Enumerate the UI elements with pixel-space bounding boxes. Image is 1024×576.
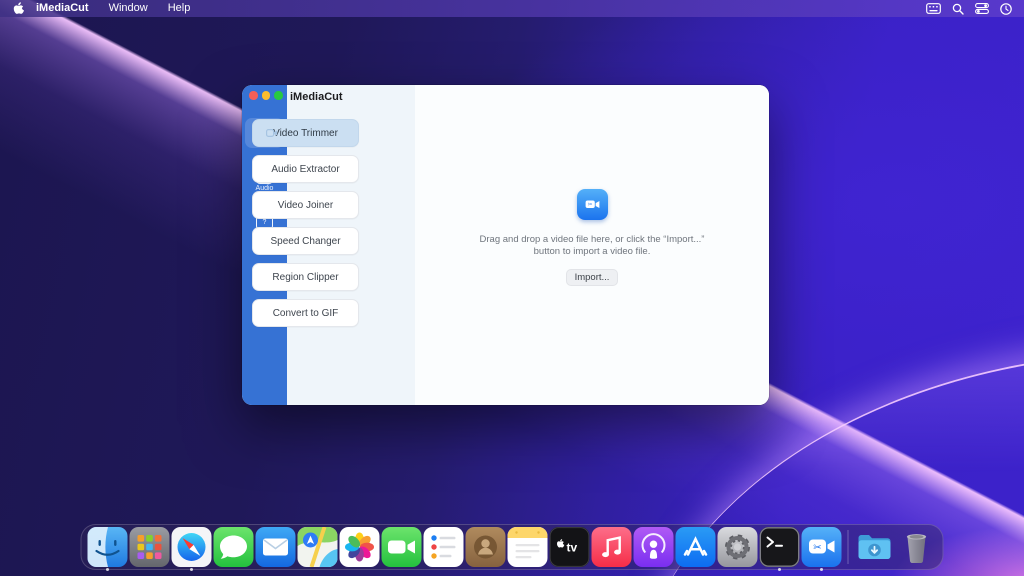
dock-separator [848, 530, 849, 564]
dock: tv ✂ [81, 524, 944, 570]
svg-text:✂: ✂ [587, 202, 592, 208]
keyboard-icon[interactable] [926, 3, 941, 14]
clock-icon[interactable] [1000, 3, 1012, 15]
apple-menu-icon[interactable] [13, 2, 24, 15]
tool-button-label: Speed Changer [270, 236, 340, 247]
close-button[interactable] [249, 91, 258, 100]
dock-apple-tv-icon[interactable]: tv [550, 527, 590, 567]
dock-safari-icon[interactable] [172, 527, 212, 567]
dock-music-icon[interactable] [592, 527, 632, 567]
tool-button-video-joiner[interactable]: Video Joiner [252, 191, 359, 219]
dock-app-store-icon[interactable] [676, 527, 716, 567]
menu-item-help[interactable]: Help [158, 0, 201, 17]
tool-button-video-trimmer[interactable]: Video Trimmer [252, 119, 359, 147]
dock-photos-icon[interactable] [340, 527, 380, 567]
traffic-lights [249, 91, 283, 100]
tool-button-label: Audio Extractor [271, 164, 339, 175]
tool-button-label: Region Clipper [272, 272, 338, 283]
window-title: iMediaCut [290, 91, 343, 103]
import-button[interactable]: Import... [566, 269, 618, 286]
tool-button-audio-extractor[interactable]: Audio Extractor [252, 155, 359, 183]
camera-icon [266, 128, 278, 141]
control-center-icon[interactable] [975, 3, 989, 14]
main-content: ✂ Drag and drop a video file here, or cl… [415, 85, 769, 405]
video-camera-app-icon: ✂ [577, 189, 608, 220]
tool-button-label: Convert to GIF [273, 308, 339, 319]
dock-messages-icon[interactable] [214, 527, 254, 567]
menu-item-window[interactable]: Window [99, 0, 158, 17]
dock-downloads-icon[interactable] [855, 527, 895, 567]
imediacut-window: Video ♪ Audio ? Help iMediaCut Video Tri… [242, 85, 769, 405]
dock-mail-icon[interactable] [256, 527, 296, 567]
dock-notes-icon[interactable] [508, 527, 548, 567]
dock-terminal-icon[interactable] [760, 527, 800, 567]
dock-facetime-icon[interactable] [382, 527, 422, 567]
tool-button-region-clipper[interactable]: Region Clipper [252, 263, 359, 291]
video-drop-zone[interactable]: ✂ Drag and drop a video file here, or cl… [415, 189, 769, 286]
tool-button-label: Video Trimmer [273, 128, 338, 139]
dock-system-settings-icon[interactable] [718, 527, 758, 567]
zoom-button[interactable] [274, 91, 283, 100]
dock-contacts-icon[interactable] [466, 527, 506, 567]
tool-button-label: Video Joiner [278, 200, 333, 211]
menu-bar: iMediaCut Window Help [0, 0, 1024, 17]
menu-item-app[interactable]: iMediaCut [36, 0, 99, 17]
svg-text:tv: tv [567, 541, 578, 555]
dock-finder-icon[interactable] [88, 527, 128, 567]
dock-maps-icon[interactable] [298, 527, 338, 567]
dock-launchpad-icon[interactable] [130, 527, 170, 567]
dock-podcasts-icon[interactable] [634, 527, 674, 567]
minimize-button[interactable] [262, 91, 271, 100]
dock-reminders-icon[interactable] [424, 527, 464, 567]
search-icon[interactable] [952, 3, 964, 15]
tool-button-convert-to-gif[interactable]: Convert to GIF [252, 299, 359, 327]
svg-text:✂: ✂ [813, 543, 821, 554]
drop-instructions: Drag and drop a video file here, or clic… [480, 234, 705, 257]
dock-imediacut-icon[interactable]: ✂ [802, 527, 842, 567]
dock-trash-icon[interactable] [897, 527, 937, 567]
tool-button-speed-changer[interactable]: Speed Changer [252, 227, 359, 255]
